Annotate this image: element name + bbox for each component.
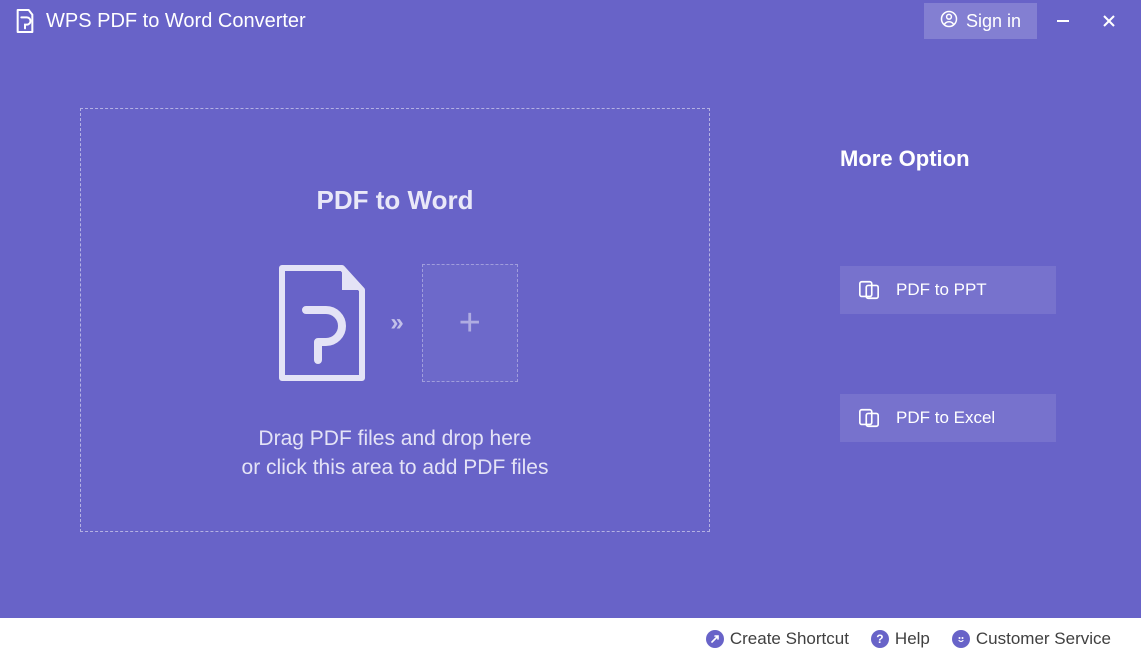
- create-shortcut-link[interactable]: Create Shortcut: [706, 629, 849, 649]
- close-button[interactable]: [1089, 3, 1129, 39]
- plus-icon: +: [459, 302, 481, 345]
- app-window: WPS PDF to Word Converter Sign in: [0, 0, 1141, 660]
- help-icon: ?: [871, 630, 889, 648]
- add-file-placeholder[interactable]: +: [422, 264, 518, 382]
- footer-label: Create Shortcut: [730, 629, 849, 649]
- option-label: PDF to PPT: [896, 280, 987, 300]
- app-logo-icon: [14, 8, 36, 34]
- pdf-to-ppt-button[interactable]: PDF to PPT: [840, 266, 1056, 314]
- help-link[interactable]: ? Help: [871, 629, 930, 649]
- instruction-line: or click this area to add PDF files: [242, 453, 549, 482]
- pdf-to-excel-button[interactable]: PDF to Excel: [840, 394, 1056, 442]
- more-options-heading: More Option: [840, 146, 1061, 172]
- pdf-to-ppt-icon: [858, 279, 880, 301]
- instruction-line: Drag PDF files and drop here: [242, 424, 549, 453]
- app-title: WPS PDF to Word Converter: [46, 10, 306, 33]
- option-label: PDF to Excel: [896, 408, 995, 428]
- user-icon: [940, 10, 958, 33]
- footer-label: Customer Service: [976, 629, 1111, 649]
- signin-button[interactable]: Sign in: [924, 3, 1037, 39]
- customer-service-icon: [952, 630, 970, 648]
- dropzone-icon-row: » +: [272, 264, 517, 382]
- footer-label: Help: [895, 629, 930, 649]
- pdf-to-excel-icon: [858, 407, 880, 429]
- pdf-file-icon: [272, 264, 372, 382]
- signin-label: Sign in: [966, 11, 1021, 32]
- titlebar: WPS PDF to Word Converter Sign in: [0, 0, 1141, 42]
- arrow-right-icon: »: [390, 309, 403, 337]
- dropzone-title: PDF to Word: [317, 185, 474, 216]
- customer-service-link[interactable]: Customer Service: [952, 629, 1111, 649]
- footer: Create Shortcut ? Help Customer Service: [0, 618, 1141, 660]
- minimize-button[interactable]: [1043, 3, 1083, 39]
- dropzone-instructions: Drag PDF files and drop here or click th…: [242, 424, 549, 483]
- main-area: PDF to Word » + Drag PDF files and drop …: [0, 42, 1141, 618]
- more-options-panel: More Option PDF to PPT PDF to: [840, 108, 1061, 562]
- dropzone[interactable]: PDF to Word » + Drag PDF files and drop …: [80, 108, 710, 532]
- shortcut-icon: [706, 630, 724, 648]
